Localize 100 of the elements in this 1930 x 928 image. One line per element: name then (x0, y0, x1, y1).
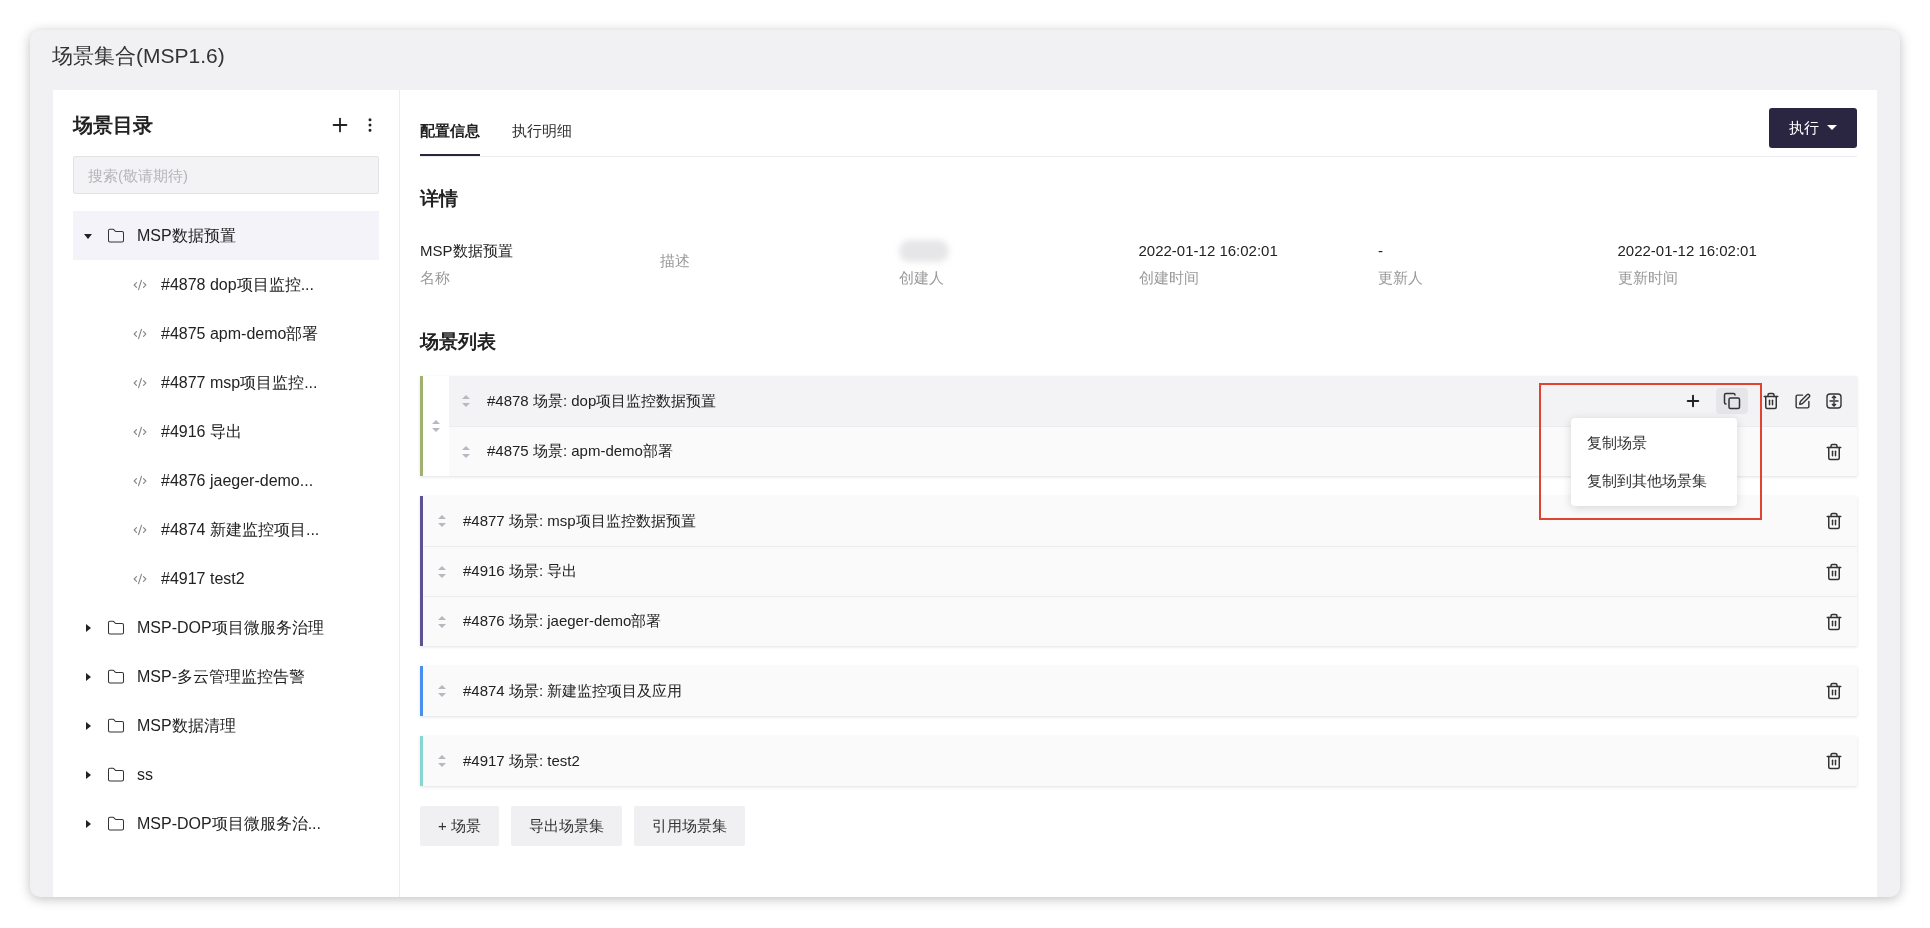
field-label: 创建人 (899, 268, 945, 288)
run-button[interactable]: 执行 (1769, 108, 1857, 148)
field-value: 2022-01-12 16:02:01 (1138, 240, 1279, 261)
copy-button[interactable] (1716, 388, 1748, 414)
tree-label: #4917 test2 (161, 568, 245, 589)
code-icon (133, 571, 147, 586)
tab[interactable]: 配置信息 (420, 111, 480, 156)
caret-icon[interactable] (83, 769, 93, 780)
folder-icon (107, 814, 125, 833)
folder-icon (107, 667, 125, 686)
section-title: 详情 (420, 187, 459, 211)
tree-label: #4874 新建监控项目... (161, 519, 320, 540)
field-label: 名称 (420, 268, 451, 288)
scene-title: #4877 场景: msp项目监控数据预置 (463, 510, 696, 531)
folder-icon (107, 765, 125, 784)
tree-label: #4916 导出 (161, 421, 242, 442)
tree-item[interactable]: MSP数据清理 (73, 701, 379, 750)
tree-item[interactable]: #4877 msp项目监控... (73, 358, 379, 407)
caret-icon[interactable] (83, 671, 93, 682)
search-field[interactable]: 搜索(敬请期待) (73, 156, 379, 194)
scene-row[interactable]: #4874 场景: 新建监控项目及应用 (423, 666, 1857, 716)
scene-row[interactable]: #4917 场景: test2 (423, 736, 1857, 786)
field-value: 2022-01-12 16:02:01 (1617, 240, 1758, 261)
drag-handle-icon[interactable] (461, 394, 471, 408)
field-label: 描述 (659, 250, 691, 271)
field-label: 更新时间 (1617, 268, 1679, 288)
drag-handle-icon[interactable] (437, 564, 447, 579)
code-icon (133, 424, 147, 439)
trash-icon[interactable] (1825, 442, 1843, 461)
tab[interactable]: 执行明细 (512, 111, 572, 156)
code-icon (133, 375, 147, 390)
tree-label: MSP数据清理 (137, 715, 236, 736)
window-title: 场景集合(MSP1.6) (52, 43, 225, 69)
tree-label: #4875 apm-demo部署 (161, 323, 319, 344)
tree-item[interactable]: #4917 test2 (73, 554, 379, 603)
tree-item[interactable]: MSP-DOP项目微服务治... (73, 799, 379, 848)
caret-icon (1827, 125, 1837, 131)
tree-item[interactable]: #4916 导出 (73, 407, 379, 456)
folder-icon (107, 618, 125, 637)
tree-item[interactable]: #4874 新建监控项目... (73, 505, 379, 554)
scene-title: #4875 场景: apm-demo部署 (487, 441, 673, 462)
sidebar-title: 场景目录 (73, 113, 153, 138)
scene-row[interactable]: #4878 场景: dop项目监控数据预置 (449, 376, 1857, 426)
caret-icon[interactable] (83, 720, 93, 731)
tree-label: ss (137, 764, 153, 785)
field-label: 创建时间 (1138, 268, 1200, 288)
section-title: 场景列表 (420, 329, 497, 354)
scene-row[interactable]: #4877 场景: msp项目监控数据预置 (423, 496, 1857, 546)
tree-item[interactable]: #4876 jaeger-demo... (73, 456, 379, 505)
code-icon (133, 326, 147, 341)
tree-item[interactable]: ss (73, 750, 379, 799)
tree-item[interactable]: MSP-多云管理监控告警 (73, 652, 379, 701)
tree-label: MSP-DOP项目微服务治... (137, 813, 321, 834)
expand-icon[interactable] (1825, 392, 1843, 410)
drag-handle-icon[interactable] (437, 754, 447, 768)
trash-icon[interactable] (1825, 512, 1843, 530)
caret-icon[interactable] (83, 818, 93, 829)
tree-label: #4876 jaeger-demo... (161, 470, 314, 491)
tree-label: MSP数据预置 (137, 225, 236, 246)
code-icon (133, 473, 147, 488)
code-icon (133, 277, 147, 292)
tree-item[interactable]: MSP数据预置 (73, 211, 379, 260)
add-icon[interactable] (1684, 392, 1702, 410)
tree-label: #4877 msp项目监控... (161, 372, 318, 393)
action-button[interactable]: + 场景 (420, 806, 499, 846)
action-button[interactable]: 引用场景集 (633, 806, 745, 846)
scene-title: #4878 场景: dop项目监控数据预置 (487, 390, 717, 411)
trash-icon[interactable] (1825, 752, 1843, 770)
field-value: MSP数据预置 (420, 240, 514, 261)
scene-row[interactable]: #4916 场景: 导出 (423, 546, 1857, 596)
edit-icon[interactable] (1794, 392, 1811, 410)
scene-title: #4876 场景: jaeger-demo部署 (463, 611, 662, 632)
trash-icon[interactable] (1825, 682, 1843, 700)
action-button[interactable]: 导出场景集 (510, 806, 622, 846)
code-icon (133, 522, 147, 537)
trash-icon[interactable] (1825, 612, 1843, 631)
drag-handle-icon[interactable] (431, 419, 441, 433)
tree-label: MSP-DOP项目微服务治理 (137, 617, 324, 638)
trash-icon[interactable] (1825, 562, 1843, 581)
drag-handle-icon[interactable] (437, 514, 447, 528)
trash-icon[interactable] (1762, 392, 1780, 410)
tree-item[interactable]: MSP-DOP项目微服务治理 (73, 603, 379, 652)
tree-label: #4878 dop项目监控... (161, 274, 314, 295)
tree-item[interactable]: #4875 apm-demo部署 (73, 309, 379, 358)
field-label: 更新人 (1378, 268, 1424, 288)
drag-handle-icon[interactable] (437, 614, 447, 629)
folder-icon (107, 226, 125, 245)
scene-title: #4874 场景: 新建监控项目及应用 (463, 680, 683, 701)
folder-icon (107, 716, 125, 735)
drag-handle-icon[interactable] (437, 684, 447, 698)
scene-row[interactable]: #4876 场景: jaeger-demo部署 (423, 596, 1857, 646)
field-value: - (1378, 240, 1384, 261)
caret-icon[interactable] (83, 622, 93, 633)
scene-title: #4916 场景: 导出 (463, 561, 578, 582)
tree-item[interactable]: #4878 dop项目监控... (73, 260, 379, 309)
tree-label: MSP-多云管理监控告警 (137, 666, 305, 687)
menu-item[interactable]: 复制场景 (1571, 424, 1737, 462)
blurred-value (899, 239, 949, 262)
scene-title: #4917 场景: test2 (463, 750, 580, 771)
drag-handle-icon[interactable] (461, 444, 471, 459)
